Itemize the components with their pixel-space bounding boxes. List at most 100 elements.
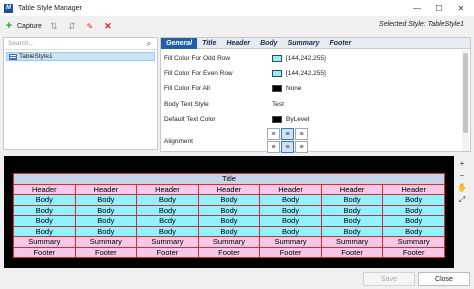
preview-header-row-cell: Header [320,183,384,195]
align-middle-left-icon[interactable]: ≡ [267,141,280,153]
close-window-button[interactable]: ✕ [450,0,472,16]
property-value-text: None [286,84,302,92]
preview-body-row: Body Body Bcdy Body Body Body Body [13,215,445,227]
preview-body-row-cell: Body [197,204,261,216]
tab-header[interactable]: Header [221,38,255,49]
preview-body-row-cell: Body [320,194,384,206]
align-middle-right-icon[interactable]: ≡ [295,141,308,153]
preview-body-row-cell: Body [197,225,261,237]
search-box[interactable]: Search... ⌕ [4,38,157,50]
sort-icon: ⇅ [50,20,58,31]
preview-summary-row-cell: Summary [197,236,261,248]
preview-title-row: Title [13,173,445,185]
preview-body-row-cell: Body [259,194,322,206]
selected-style-label: Selected Style: TableStyle1 [379,21,464,28]
property-label: Fill Color For Odd Row [164,54,231,62]
property-row-even-fill: Fill Color For Even Row [144,242,255] [164,68,326,78]
zoom-out-icon[interactable]: − [456,170,468,181]
preview-footer-row-cell: Footer [136,246,199,258]
maximize-button[interactable]: ☐ [428,0,450,16]
property-value[interactable]: None [272,83,302,93]
save-button[interactable]: Save [363,272,415,286]
align-middle-center-icon[interactable]: ≡ [281,141,294,153]
preview-body-row-cell: Body [13,215,76,227]
tab-summary[interactable]: Summary [283,38,325,49]
swap-button[interactable]: ⇵ [63,19,81,33]
capture-label: Capture [17,22,42,30]
color-swatch[interactable] [272,84,282,92]
style-item-label: TableStyle1 [19,53,53,60]
window-title: Table Style Manager [18,4,82,12]
preview-body-row-cell: Body [382,204,445,216]
preview-header-row-cell: Header [197,183,261,195]
tab-footer[interactable]: Footer [324,38,356,49]
preview-summary-row-cell: Summary [136,236,199,248]
property-row-body-text-style: Body Text Style Test [164,99,284,109]
preview-body-row-cell: Body [320,215,384,227]
preview-title-cell: Title [13,173,445,185]
pan-icon[interactable]: ✋ [456,182,468,193]
preview-header-row-cell: Header [382,183,445,195]
property-value[interactable]: [144,242,255] [272,68,326,78]
align-top-right-icon[interactable]: ≡ [295,128,308,140]
property-value[interactable]: ByLevel [272,114,309,124]
preview-body-row: Body Body Body Body Body Body Body [13,225,445,237]
preview-body-row-cell: Body [197,194,261,206]
swap-icon: ⇵ [68,20,76,31]
tab-general[interactable]: General [161,37,198,49]
tab-body[interactable]: Body [255,38,283,49]
property-label: Alignment [164,137,193,145]
style-list-item[interactable]: TableStyle1 [6,52,155,61]
preview-footer-row-cell: Footer [197,246,261,258]
property-value-text: [144,242,255] [286,69,326,77]
preview-table: Title Header Header Header Header Header Heade… [13,173,445,258]
fit-view-icon[interactable]: ⤢ [456,194,468,205]
preview-body-row-cell: Body [74,204,138,216]
preview-body-row-cell: Body [13,225,76,237]
property-row-text-color: Default Text Color ByLevel [164,114,309,124]
color-swatch[interactable] [272,115,282,123]
preview-body-row-cell: Body [320,204,384,216]
property-tabs: General Title Header Body Summary Footer [161,37,470,49]
preview-summary-row-cell: Summary [74,236,138,248]
property-value-text: [144,242,255] [286,54,326,62]
property-row-odd-fill: Fill Color For Odd Row [144,242,255] [164,53,326,63]
minimize-button[interactable]: — [406,0,428,16]
preview-footer-row-cell: Footer [13,246,76,258]
rename-button[interactable]: ✎ [81,19,99,33]
sort-button[interactable]: ⇅ [45,19,63,33]
preview-body-row-cell: Body [382,225,445,237]
property-value[interactable]: Test [272,99,284,109]
align-top-center-icon[interactable]: ≡ [281,128,294,140]
property-value[interactable]: [144,242,255] [272,53,326,63]
properties-scrollbar[interactable] [462,50,469,151]
property-value-text: Test [272,100,284,108]
color-swatch[interactable] [272,69,282,77]
scrollbar-thumb[interactable] [463,53,468,133]
rename-icon: ✎ [86,21,94,31]
preview-summary-row-cell: Summary [320,236,384,248]
search-icon[interactable]: ⌕ [144,39,154,49]
zoom-in-icon[interactable]: + [456,158,468,169]
alignment-picker: ≡ ≡ ≡ ≡ ≡ ≡ [267,128,309,153]
properties-panel: General Title Header Body Summary Footer… [160,37,471,153]
preview-body-row-cell: Body [74,215,138,227]
preview-footer-row-cell: Footer [320,246,384,258]
tab-title[interactable]: Title [197,38,221,49]
preview-footer-row-cell: Footer [382,246,445,258]
property-label: Fill Color For All [164,84,210,92]
preview-body-row-cell: Body [259,215,322,227]
preview-header-row-cell: Header [136,183,199,195]
color-swatch[interactable] [272,54,282,62]
close-button[interactable]: Close [418,272,470,286]
align-top-left-icon[interactable]: ≡ [267,128,280,140]
capture-button[interactable]: + Capture [0,19,45,33]
preview-footer-row-cell: Footer [259,246,322,258]
preview-body-row-cell: Body [74,194,138,206]
search-input[interactable]: Search... [8,40,34,47]
property-label: Default Text Color [164,115,216,123]
table-icon [9,53,17,60]
delete-button[interactable]: ✕ [99,19,117,33]
preview-header-row-cell: Header [13,183,76,195]
preview-body-row-cell: Body [13,204,76,216]
